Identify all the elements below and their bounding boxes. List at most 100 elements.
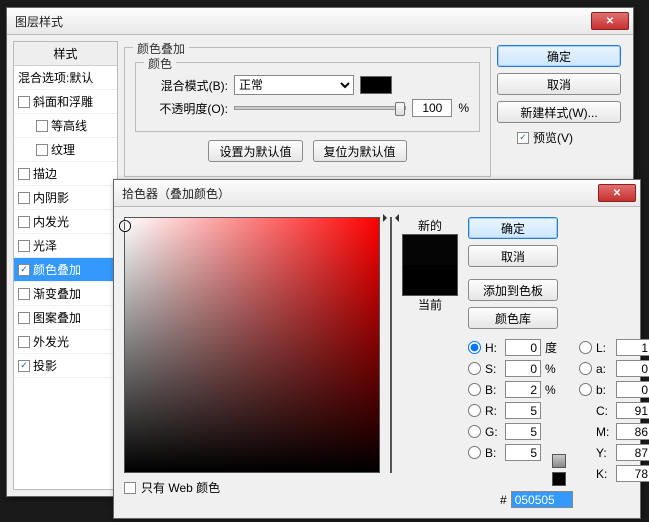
field-Bb[interactable]	[505, 444, 541, 461]
mode-radio-Bb[interactable]	[468, 446, 481, 459]
picker-cancel-button[interactable]: 取消	[468, 245, 558, 267]
style-checkbox[interactable]: ✓	[18, 264, 30, 276]
close-icon[interactable]: ✕	[598, 184, 636, 202]
field-B[interactable]	[505, 381, 541, 398]
sv-cursor[interactable]	[120, 221, 130, 231]
style-checkbox[interactable]	[18, 312, 30, 324]
style-label: 投影	[33, 357, 57, 374]
style-checkbox[interactable]	[18, 240, 30, 252]
styles-list: 样式 混合选项:默认 斜面和浮雕等高线纹理描边内阴影内发光光泽✓颜色叠加渐变叠加…	[13, 41, 118, 490]
gamut-swatch[interactable]	[552, 472, 566, 486]
unit: %	[545, 383, 559, 397]
field-K[interactable]	[616, 465, 649, 482]
field-G[interactable]	[505, 423, 541, 440]
mode-radio-B[interactable]	[468, 383, 481, 396]
opacity-value[interactable]	[412, 99, 452, 117]
field-label: G:	[485, 425, 501, 439]
overlay-color-swatch[interactable]	[360, 76, 392, 94]
field-L[interactable]	[616, 339, 649, 356]
style-item[interactable]: 光泽	[14, 234, 117, 258]
field-Y[interactable]	[616, 444, 649, 461]
field-label: a:	[596, 362, 612, 376]
hue-slider[interactable]	[390, 217, 392, 473]
new-color-swatch	[403, 235, 457, 265]
style-checkbox[interactable]	[18, 336, 30, 348]
style-item[interactable]: 内发光	[14, 210, 117, 234]
field-b[interactable]	[616, 381, 649, 398]
saturation-value-field[interactable]	[124, 217, 380, 473]
style-checkbox[interactable]	[18, 96, 30, 108]
mode-radio-G[interactable]	[468, 425, 481, 438]
mode-radio-H[interactable]	[468, 341, 481, 354]
mode-radio-S[interactable]	[468, 362, 481, 375]
style-checkbox[interactable]	[18, 168, 30, 180]
styles-header[interactable]: 样式	[14, 42, 117, 66]
style-checkbox[interactable]	[36, 120, 48, 132]
layer-style-titlebar[interactable]: 图层样式 ✕	[7, 8, 633, 35]
style-label: 等高线	[51, 117, 87, 134]
field-label: b:	[596, 383, 612, 397]
field-R[interactable]	[505, 402, 541, 419]
blend-mode-select[interactable]: 正常	[234, 75, 354, 95]
field-label: K:	[596, 467, 612, 481]
mode-radio-b[interactable]	[579, 383, 592, 396]
style-checkbox[interactable]	[18, 288, 30, 300]
mode-radio-L[interactable]	[579, 341, 592, 354]
preview-checkbox[interactable]: ✓	[517, 132, 529, 144]
field-M[interactable]	[616, 423, 649, 440]
new-color-label: 新的	[418, 217, 442, 234]
style-label: 斜面和浮雕	[33, 93, 93, 110]
style-label: 内发光	[33, 213, 69, 230]
style-item[interactable]: 外发光	[14, 330, 117, 354]
style-item[interactable]: ✓颜色叠加	[14, 258, 117, 282]
style-item[interactable]: 渐变叠加	[14, 282, 117, 306]
percent-sign: %	[458, 101, 469, 115]
field-label: M:	[596, 425, 612, 439]
field-H[interactable]	[505, 339, 541, 356]
only-web-checkbox[interactable]	[124, 482, 136, 494]
blend-options-default[interactable]: 混合选项:默认	[14, 66, 117, 90]
style-item[interactable]: 斜面和浮雕	[14, 90, 117, 114]
style-item[interactable]: 内阴影	[14, 186, 117, 210]
style-checkbox[interactable]	[18, 192, 30, 204]
reset-default-button[interactable]: 复位为默认值	[313, 140, 407, 162]
current-color-swatch	[403, 265, 457, 295]
field-S[interactable]	[505, 360, 541, 377]
picker-titlebar[interactable]: 拾色器（叠加颜色） ✕	[114, 180, 640, 207]
field-C[interactable]	[616, 402, 649, 419]
new-current-swatch[interactable]	[402, 234, 458, 296]
ok-button[interactable]: 确定	[497, 45, 621, 67]
opacity-label: 不透明度(O):	[146, 100, 228, 117]
field-label: H:	[485, 341, 501, 355]
field-label: C:	[596, 404, 612, 418]
style-item[interactable]: 纹理	[14, 138, 117, 162]
new-style-button[interactable]: 新建样式(W)...	[497, 101, 621, 123]
style-item[interactable]: 描边	[14, 162, 117, 186]
set-default-button[interactable]: 设置为默认值	[208, 140, 302, 162]
style-item[interactable]: 图案叠加	[14, 306, 117, 330]
picker-ok-button[interactable]: 确定	[468, 217, 558, 239]
gamut-warning-icon[interactable]	[552, 454, 566, 468]
cancel-button[interactable]: 取消	[497, 73, 621, 95]
style-checkbox[interactable]: ✓	[18, 360, 30, 372]
hex-input[interactable]	[511, 491, 573, 508]
blend-mode-label: 混合模式(B):	[146, 77, 228, 94]
color-lib-button[interactable]: 颜色库	[468, 307, 558, 329]
current-color-label: 当前	[418, 296, 442, 313]
style-checkbox[interactable]	[18, 216, 30, 228]
mode-radio-a[interactable]	[579, 362, 592, 375]
preview-label: 预览(V)	[533, 129, 573, 146]
style-label: 外发光	[33, 333, 69, 350]
style-item[interactable]: ✓投影	[14, 354, 117, 378]
style-item[interactable]: 等高线	[14, 114, 117, 138]
layer-style-title: 图层样式	[15, 13, 591, 30]
field-label: B:	[485, 383, 501, 397]
style-label: 颜色叠加	[33, 261, 81, 278]
style-label: 渐变叠加	[33, 285, 81, 302]
mode-radio-R[interactable]	[468, 404, 481, 417]
style-checkbox[interactable]	[36, 144, 48, 156]
add-swatch-button[interactable]: 添加到色板	[468, 279, 558, 301]
field-a[interactable]	[616, 360, 649, 377]
close-icon[interactable]: ✕	[591, 12, 629, 30]
opacity-slider[interactable]	[234, 106, 406, 110]
